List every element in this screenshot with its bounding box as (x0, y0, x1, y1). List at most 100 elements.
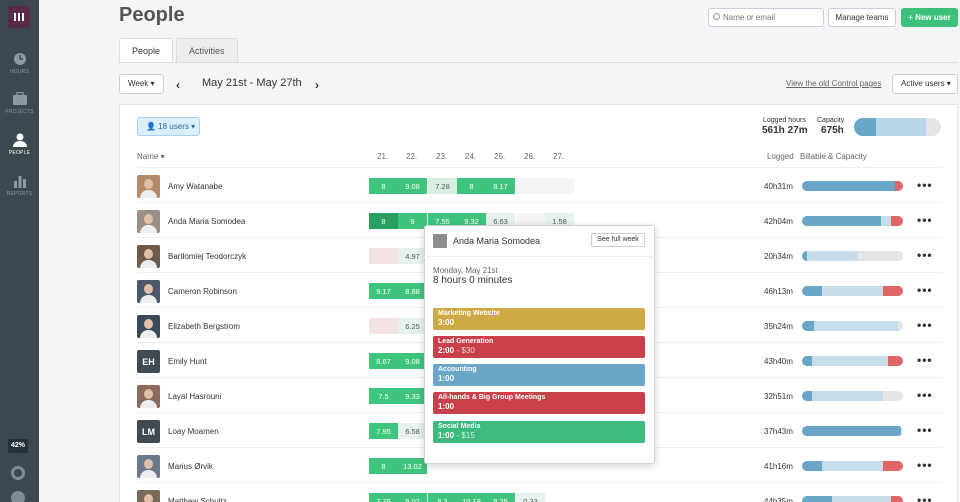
time-entry[interactable]: Accounting 1:00 (433, 364, 645, 386)
user-name[interactable]: Emily Hunt (168, 357, 207, 366)
user-name[interactable]: Elizabeth Bergstrom (168, 322, 240, 331)
day-hours-cell[interactable]: 8 (369, 458, 398, 474)
row-menu-icon[interactable]: ••• (917, 318, 933, 332)
day-hours-cell[interactable]: 8 (369, 178, 398, 194)
capacity-billable-fill (854, 118, 876, 136)
nav-item-people[interactable]: PEOPLE (0, 133, 39, 156)
avatar[interactable] (137, 385, 160, 408)
users-filter-button[interactable]: 👤 18 users ▾ (137, 117, 200, 136)
capacity-label: Capacity (817, 117, 845, 124)
see-full-week-button[interactable]: See full week (591, 233, 645, 247)
day-hours-cell[interactable]: 6.25 (398, 318, 427, 334)
avatar[interactable] (137, 315, 160, 338)
tab-activities[interactable]: Activities (176, 38, 238, 62)
help-icon[interactable] (11, 491, 25, 502)
next-week-arrow[interactable]: › (315, 78, 319, 92)
avatar[interactable]: EH (137, 350, 160, 373)
column-day: 27. (553, 152, 565, 161)
row-divider (137, 482, 943, 483)
nav-item-hours[interactable]: HOURS (0, 52, 39, 75)
gear-icon[interactable] (11, 466, 25, 480)
nav-label: REPORTS (6, 191, 33, 197)
row-menu-icon[interactable]: ••• (917, 353, 933, 367)
column-day: 24. (465, 152, 477, 161)
day-hours-cell[interactable]: 13.02 (398, 458, 427, 474)
row-menu-icon[interactable]: ••• (917, 248, 933, 262)
column-billable-capacity: Billable & Capacity (800, 152, 867, 161)
search-input[interactable] (708, 8, 824, 27)
day-hours-cell[interactable]: 0.33 (516, 493, 545, 502)
app-logo[interactable] (8, 6, 30, 28)
avatar[interactable] (137, 175, 160, 198)
user-name[interactable]: Layal Hasrouni (168, 392, 221, 401)
row-menu-icon[interactable]: ••• (917, 458, 933, 472)
tab-people[interactable]: People (119, 38, 174, 62)
time-entry[interactable]: Lead Generation 2:00 - $30 (433, 336, 645, 358)
logged-hours: 44h35m (764, 497, 793, 502)
nav-item-reports[interactable]: REPORTS (0, 174, 39, 197)
active-users-select[interactable]: Active users ▾ (892, 74, 958, 94)
user-name[interactable]: Amy Watanabe (168, 182, 222, 191)
column-name[interactable]: Name ▾ (137, 152, 165, 161)
day-hours-cell[interactable]: 8.17 (486, 178, 515, 194)
day-hours-cell[interactable]: 7.28 (428, 178, 457, 194)
manage-teams-button[interactable]: Manage teams (828, 8, 896, 27)
day-hours-cell[interactable]: 7.5 (369, 388, 398, 404)
day-hours-cell[interactable]: 7.75 (369, 493, 398, 502)
billable-capacity-bar (802, 461, 903, 471)
user-name[interactable]: Matthew Schultz (168, 497, 227, 502)
billable-capacity-bar (802, 216, 903, 226)
day-hours-cell[interactable]: 9.25 (486, 493, 515, 502)
day-hours-cell[interactable]: 6.58 (398, 423, 427, 439)
old-control-pages-link[interactable]: View the old Control pages (786, 79, 881, 88)
time-entry[interactable]: Marketing Website 3:00 (433, 308, 645, 330)
avatar[interactable] (137, 490, 160, 502)
day-hours-cell[interactable] (369, 248, 398, 264)
day-hours-cell[interactable]: 9.33 (398, 388, 427, 404)
day-hours-cell[interactable]: 9.08 (398, 353, 427, 369)
user-name[interactable]: Anda Maria Somodea (168, 217, 245, 226)
prev-week-arrow[interactable]: ‹ (176, 78, 180, 92)
day-hours-cell[interactable]: 8.67 (369, 353, 398, 369)
row-menu-icon[interactable]: ••• (917, 493, 933, 502)
day-hours-cell[interactable]: 9 (398, 213, 427, 229)
row-menu-icon[interactable]: ••• (917, 213, 933, 227)
day-hours-cell[interactable]: 8 (369, 213, 398, 229)
user-name[interactable]: Marius Ørvik (168, 462, 213, 471)
day-hours-cell[interactable] (516, 178, 545, 194)
avatar[interactable]: LM (137, 420, 160, 443)
day-hours-cell[interactable]: 8 (457, 178, 486, 194)
nav-item-projects[interactable]: PROJECTS (0, 92, 39, 115)
avatar[interactable] (137, 280, 160, 303)
row-menu-icon[interactable]: ••• (917, 423, 933, 437)
usage-percent-badge[interactable]: 42% (8, 439, 28, 453)
user-name[interactable]: Cameron Robinson (168, 287, 237, 296)
bar-chart-icon (13, 176, 26, 188)
time-entry[interactable]: All-hands & Big Group Meetings 1:00 (433, 392, 645, 414)
day-hours-cell[interactable]: 9.17 (369, 283, 398, 299)
day-hours-cell[interactable]: 9.08 (398, 178, 427, 194)
day-hours-cell[interactable]: 9.02 (398, 493, 427, 502)
user-name[interactable]: Bartłomiej Teodorczyk (168, 252, 246, 261)
billable-fill (802, 426, 901, 436)
row-menu-icon[interactable]: ••• (917, 283, 933, 297)
user-name[interactable]: Loay Moamen (168, 427, 219, 436)
day-hours-cell[interactable]: 4.97 (398, 248, 427, 264)
date-range: May 21st - May 27th (202, 77, 302, 89)
avatar[interactable] (137, 455, 160, 478)
new-user-button[interactable]: + New user (901, 8, 958, 27)
day-hours-cell[interactable] (369, 318, 398, 334)
logged-hours: 37h43m (764, 427, 793, 436)
day-hours-cell[interactable]: 8.3 (428, 493, 457, 502)
row-menu-icon[interactable]: ••• (917, 178, 933, 192)
day-hours-cell[interactable]: 7.95 (369, 423, 398, 439)
time-entry[interactable]: Social Media 1:00 - $15 (433, 421, 645, 443)
row-menu-icon[interactable]: ••• (917, 388, 933, 402)
week-select[interactable]: Week ▾ (119, 74, 164, 94)
day-hours-cell[interactable]: 8.88 (398, 283, 427, 299)
avatar[interactable] (137, 210, 160, 233)
day-hours-cell[interactable]: 10.18 (457, 493, 486, 502)
day-hours-cell[interactable] (545, 178, 574, 194)
day-hours-cell[interactable] (545, 493, 574, 502)
avatar[interactable] (137, 245, 160, 268)
